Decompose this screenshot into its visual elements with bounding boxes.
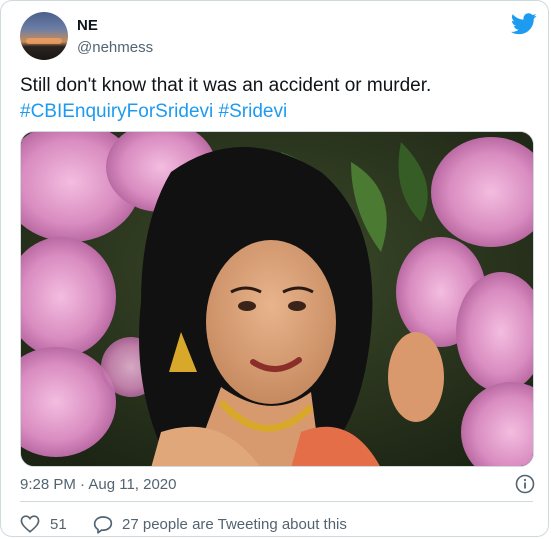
like-count: 51 xyxy=(50,515,67,533)
tweet-photo[interactable] xyxy=(20,131,534,467)
tweet-text: Still don't know that it was an accident… xyxy=(20,75,432,96)
photo-image xyxy=(21,132,533,466)
twitter-bird-icon[interactable] xyxy=(511,13,537,35)
heart-icon xyxy=(20,515,40,533)
tweet-timestamp[interactable]: 9:28 PM · Aug 11, 2020 xyxy=(20,476,177,493)
tweet-hashtags: #CBIEnquiryForSridevi #Sridevi xyxy=(20,99,287,125)
like-button[interactable]: 51 xyxy=(20,515,67,533)
conversation-count: 27 people are Tweeting about this xyxy=(122,516,347,533)
info-icon[interactable] xyxy=(515,474,535,494)
user-handle[interactable]: @nehmess xyxy=(77,39,153,56)
avatar-sunset xyxy=(26,38,62,44)
divider xyxy=(20,501,533,502)
speech-bubble-icon xyxy=(93,516,113,534)
hashtag-link[interactable]: #CBIEnquiryForSridevi xyxy=(20,101,213,122)
display-name[interactable]: NE xyxy=(77,17,98,34)
hashtag-link[interactable]: #Sridevi xyxy=(219,101,288,122)
tweet-card: NE @nehmess Still don't know that it was… xyxy=(0,0,549,537)
conversation-link[interactable]: 27 people are Tweeting about this xyxy=(93,515,347,534)
avatar[interactable] xyxy=(20,12,68,60)
